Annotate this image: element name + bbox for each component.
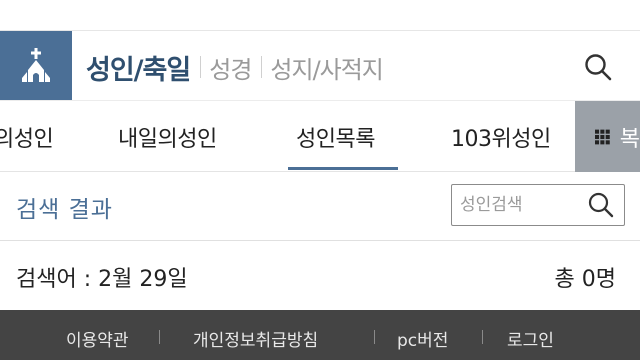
nav-divider — [261, 56, 263, 78]
grid-icon — [595, 129, 610, 144]
church-logo[interactable] — [0, 31, 72, 101]
footer-privacy-link[interactable]: 개인정보취급방침 — [193, 326, 318, 351]
tab-tomorrow-saint[interactable]: 내일의성인 — [118, 121, 217, 153]
footer-divider — [159, 330, 160, 344]
saint-search-button[interactable] — [584, 188, 618, 222]
tab-today-saint[interactable]: 의성인 — [0, 121, 54, 153]
saint-search-box — [451, 184, 625, 226]
saint-tabs: 의성인 내일의성인 성인목록 103위성인 복 — [0, 100, 640, 172]
tab-103-saints[interactable]: 103위성인 — [451, 121, 551, 153]
active-tab-indicator — [288, 167, 398, 170]
search-result-title: 검색 결과 — [16, 197, 113, 223]
tab-saint-list[interactable]: 성인목록 — [296, 121, 375, 153]
main-nav: 성인/축일 성경 성지/사적지 — [86, 48, 384, 87]
footer-divider — [482, 330, 483, 344]
nav-saints-feasts[interactable]: 성인/축일 — [86, 48, 191, 87]
search-icon — [588, 192, 614, 218]
tab-more-button[interactable]: 복 — [575, 101, 640, 172]
result-total-count: 총 0명 — [554, 267, 616, 292]
top-header: 성인/축일 성경 성지/사적지 — [0, 30, 640, 101]
footer-pc-version-link[interactable]: pc버전 — [397, 326, 448, 351]
tab-more-label: 복 — [619, 126, 640, 152]
header-search-button[interactable] — [580, 49, 616, 85]
footer-terms-link[interactable]: 이용약관 — [66, 326, 129, 351]
search-info-row: 검색어 : 2월 29일 총 0명 — [0, 240, 640, 310]
nav-divider — [200, 56, 202, 78]
search-icon — [585, 54, 612, 81]
footer-divider — [374, 330, 375, 344]
saint-search-input[interactable] — [460, 191, 580, 219]
search-keyword: 검색어 : 2월 29일 — [16, 267, 188, 292]
nav-holy-sites[interactable]: 성지/사적지 — [270, 50, 383, 85]
footer: 이용약관 개인정보취급방침 pc버전 로그인 — [0, 310, 640, 360]
nav-bible[interactable]: 성경 — [209, 50, 252, 85]
search-result-bar: 검색 결과 — [0, 172, 640, 240]
church-icon — [22, 48, 50, 82]
footer-login-link[interactable]: 로그인 — [507, 326, 554, 351]
